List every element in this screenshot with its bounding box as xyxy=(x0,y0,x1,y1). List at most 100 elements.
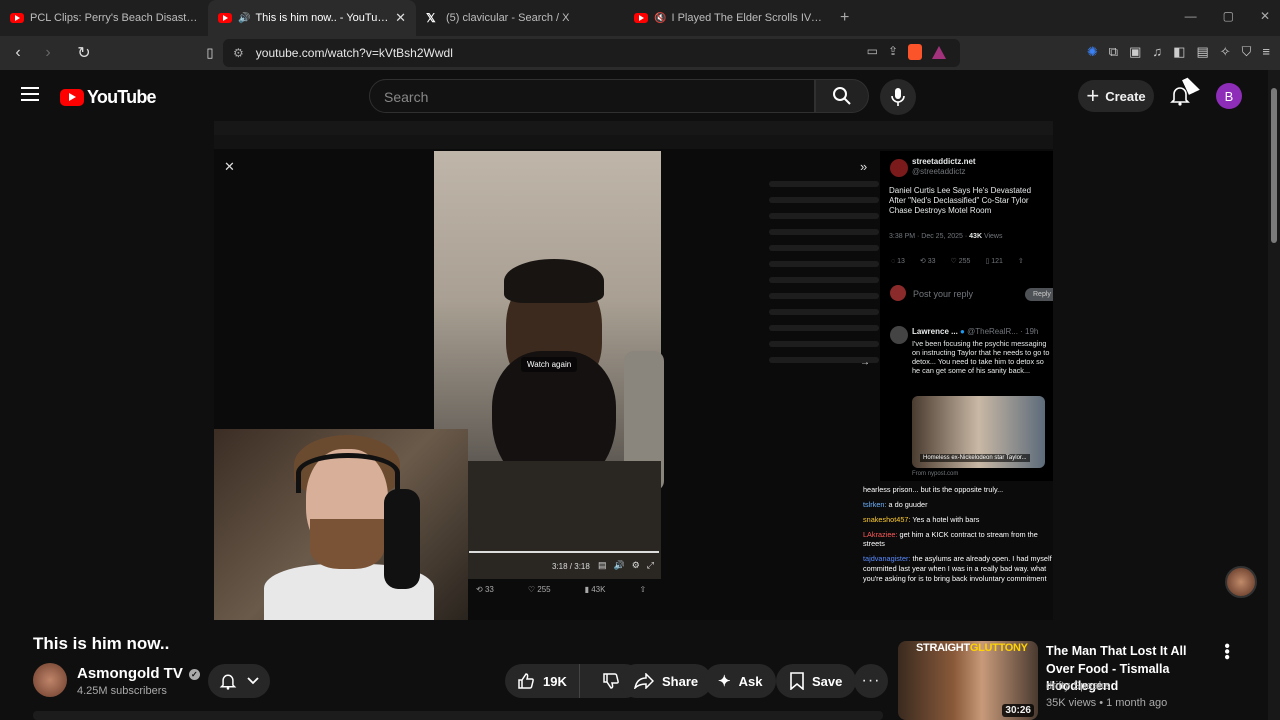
youtube-icon xyxy=(634,13,648,23)
scrollbar-thumb[interactable] xyxy=(1271,88,1277,243)
x-post-avatar xyxy=(890,159,908,177)
forward-icon[interactable]: › xyxy=(36,44,60,62)
share-stat-icon: ⇧ xyxy=(639,585,647,594)
browser-tab[interactable]: 𝕏 (5) clavicular - Search / X xyxy=(416,0,624,36)
create-label: Create xyxy=(1105,88,1146,104)
url-text: youtube.com/watch?v=kVtBsh2Wwdl xyxy=(255,46,453,60)
stream-browser-urlbar xyxy=(214,135,1053,149)
cast-icon[interactable]: ▭ xyxy=(867,44,878,60)
stream-expand-icon: » xyxy=(860,159,868,174)
browser-menu-icon[interactable]: ≡ xyxy=(1262,44,1270,60)
new-tab-button[interactable]: + xyxy=(840,9,849,27)
tab-label: I Played The Elder Scrolls IV: Obli xyxy=(671,12,822,24)
embedded-video-controls: ▤🔊⚙⤢ xyxy=(598,560,661,570)
webcam-headphones xyxy=(296,453,400,493)
vpn-icon[interactable]: ✺ xyxy=(1087,44,1098,60)
create-button[interactable]: + Create xyxy=(1078,80,1154,112)
share-arrow-icon xyxy=(634,673,654,689)
youtube-icon xyxy=(218,13,232,23)
youtube-icon xyxy=(10,13,24,23)
extensions-icon[interactable]: ⧉ xyxy=(1109,44,1118,60)
bookmark-icon[interactable]: ▯ xyxy=(198,45,222,61)
close-window-icon[interactable]: ✕ xyxy=(1260,9,1270,23)
leo-ai-icon[interactable]: ✧ xyxy=(1220,44,1231,60)
youtube-play-icon xyxy=(60,89,84,106)
like-count: 19K xyxy=(543,673,567,689)
search-button[interactable] xyxy=(815,79,869,113)
like-button[interactable]: 19K xyxy=(505,664,580,698)
x-commenter-avatar xyxy=(890,326,908,344)
account-avatar[interactable]: B xyxy=(1216,83,1242,109)
page-scrollbar[interactable] xyxy=(1268,70,1280,720)
save-button[interactable]: Save xyxy=(776,664,857,698)
bookmark-icon xyxy=(790,672,804,690)
x-post-handle: @streetaddictz xyxy=(912,167,966,176)
chat-message: tajdvanagister: the asylums are already … xyxy=(863,554,1052,583)
channel-avatar[interactable] xyxy=(33,663,67,697)
person-hair xyxy=(504,259,604,303)
sidebar-icon[interactable]: ◧ xyxy=(1173,44,1185,60)
x-comment-image-caption: Homeless ex-Nickelodeon star Taylor... xyxy=(920,454,1030,462)
stream-close-icon: ✕ xyxy=(224,159,235,174)
minimize-icon[interactable]: — xyxy=(1185,9,1197,23)
recommended-channel[interactable]: drifty Speaks xyxy=(1046,680,1110,692)
ask-button[interactable]: ✦ Ask xyxy=(704,664,777,698)
voice-search-button[interactable] xyxy=(880,79,916,115)
chevron-down-icon xyxy=(247,677,259,685)
extension-icons: ✺ ⧉ ▣ ♫ ◧ ▤ ✧ ⛉ ≡ xyxy=(1087,44,1270,60)
webcam-microphone xyxy=(384,489,420,589)
share-icon[interactable]: ⇪ xyxy=(888,44,898,60)
share-label: Share xyxy=(662,673,699,689)
recommended-thumbnail[interactable]: STRAIGHTGLUTTONY 30:26 xyxy=(898,641,1038,720)
youtube-header: YouTube Search + Create B xyxy=(0,70,1268,122)
recommended-menu-icon[interactable]: ••• xyxy=(1218,643,1235,660)
video-player[interactable]: ✕ Watch again 3:18 / 3:18 ▤🔊⚙⤢ ⟲ 33 ♡ 25… xyxy=(214,121,1053,620)
verified-icon: ✓ xyxy=(188,668,200,680)
wallet-icon[interactable]: ▤ xyxy=(1196,44,1208,60)
floating-avatar[interactable] xyxy=(1225,566,1257,598)
like-stat: ♡ 255 xyxy=(527,585,551,594)
x-post-author: streetaddictz.net xyxy=(912,157,976,166)
back-icon[interactable]: ‹ xyxy=(6,44,30,62)
browser-tab-active[interactable]: 🔊 This is him now.. - YouTube ✕ xyxy=(208,0,416,36)
channel-name[interactable]: Asmongold TV ✓ xyxy=(77,665,200,682)
repost-stat: ⟲ 33 xyxy=(476,585,494,594)
stream-x-post-panel: streetaddictz.net @streetaddictz Daniel … xyxy=(880,151,1053,481)
close-tab-icon[interactable]: ✕ xyxy=(389,10,406,26)
muted-speaker-icon[interactable]: 🔇 xyxy=(654,13,666,24)
share-button[interactable]: Share xyxy=(620,664,713,698)
thumbs-up-icon xyxy=(518,673,534,689)
x-post-meta: 3:38 PM · Dec 25, 2025 · 43K Views xyxy=(889,233,1003,240)
video-title: This is him now.. xyxy=(33,634,170,653)
embedded-progress-bar xyxy=(469,551,659,553)
maximize-icon[interactable]: ▢ xyxy=(1223,9,1234,23)
youtube-logo[interactable]: YouTube xyxy=(60,87,157,108)
chat-message: hearless prison... but its the opposite … xyxy=(863,485,1004,494)
streamer-webcam xyxy=(214,429,468,620)
more-actions-icon[interactable]: ··· xyxy=(854,664,888,698)
address-bar-icons: ▭ ⇪ xyxy=(867,44,946,60)
hamburger-menu-icon[interactable] xyxy=(21,87,39,101)
search-icon xyxy=(833,87,851,105)
address-bar[interactable]: ⚙ youtube.com/watch?v=kVtBsh2Wwdl ▭ ⇪ xyxy=(223,39,960,67)
x-commenter-name: Lawrence ... ● @TheRealR... · 19h xyxy=(912,327,1039,336)
chat-message: LAkraziee: get him a KICK contract to st… xyxy=(863,529,1038,549)
x-logo-icon: 𝕏 xyxy=(426,11,436,25)
browser-tab[interactable]: 🔇 I Played The Elder Scrolls IV: Obli xyxy=(624,0,832,36)
brave-rewards-icon[interactable] xyxy=(932,46,946,59)
media-icon[interactable]: ♫ xyxy=(1152,44,1162,60)
browser-tab-bar: PCL Clips: Perry's Beach Disaster - Yo 🔊… xyxy=(0,0,1280,36)
plus-icon: + xyxy=(1086,83,1100,108)
x-comment-image: Homeless ex-Nickelodeon star Taylor... xyxy=(912,396,1045,468)
screenshot-icon[interactable]: ▣ xyxy=(1129,44,1141,60)
chat-message: snakeshot457: Yes a hotel with bars xyxy=(863,514,980,524)
browser-tab[interactable]: PCL Clips: Perry's Beach Disaster - Yo xyxy=(0,0,208,36)
site-info-icon[interactable]: ⚙ xyxy=(233,46,244,60)
speaker-icon[interactable]: 🔊 xyxy=(238,13,250,24)
brave-shields-icon[interactable] xyxy=(908,44,922,60)
webcam-beard xyxy=(310,519,384,569)
vpn-shield-icon[interactable]: ⛉ xyxy=(1242,44,1252,60)
subscription-notification-button[interactable] xyxy=(208,664,270,698)
search-input[interactable]: Search xyxy=(369,79,815,113)
reload-icon[interactable]: ↻ xyxy=(72,43,96,63)
